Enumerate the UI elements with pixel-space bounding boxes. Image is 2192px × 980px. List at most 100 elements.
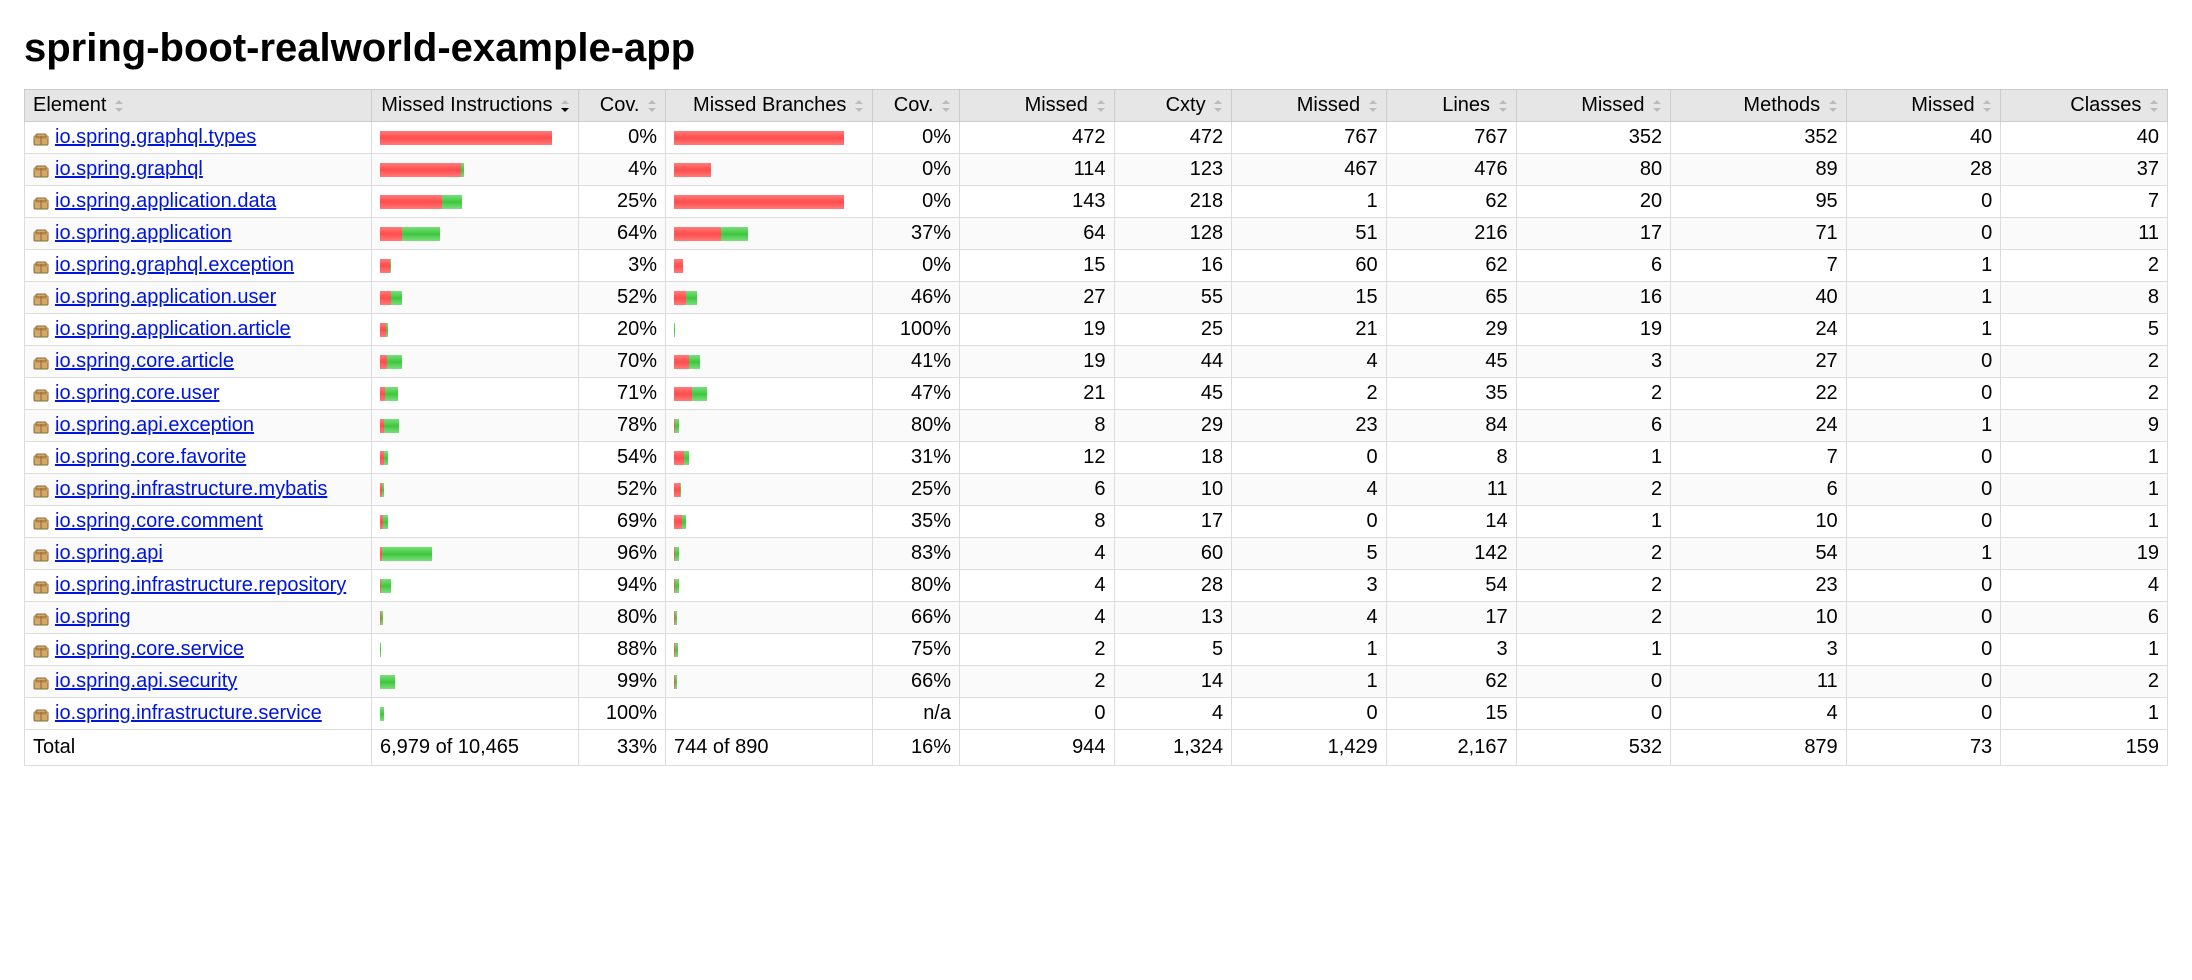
missed-cell: 8 [960, 410, 1115, 442]
package-link[interactable]: io.spring.api [55, 542, 163, 565]
col-missed-cxty[interactable]: Missed [960, 90, 1115, 122]
classes-cell: 1 [2001, 442, 2168, 474]
package-link[interactable]: io.spring.core.favorite [55, 446, 246, 469]
mlines-cell: 767 [1232, 122, 1387, 154]
branch-cov-cell: n/a [873, 698, 960, 730]
package-link[interactable]: io.spring.infrastructure.repository [55, 574, 346, 597]
col-classes[interactable]: Classes [2001, 90, 2168, 122]
totals-missed: 944 [960, 730, 1115, 766]
package-icon [33, 322, 49, 338]
col-missed-methods[interactable]: Missed [1516, 90, 1671, 122]
coverage-table: Element Missed Instructions Cov. Missed … [24, 89, 2168, 766]
branch-bar-cell [666, 698, 873, 730]
branch-cov-cell: 47% [873, 378, 960, 410]
lines-cell: 45 [1386, 346, 1516, 378]
meth-cell: 3 [1671, 634, 1847, 666]
element-cell: io.spring.graphql.types [25, 122, 372, 154]
package-link[interactable]: io.spring.core.service [55, 638, 244, 661]
instr-cov-cell: 99% [579, 666, 666, 698]
classes-cell: 5 [2001, 314, 2168, 346]
instr-bar-cell [372, 474, 579, 506]
package-link[interactable]: io.spring.application [55, 222, 232, 245]
package-link[interactable]: io.spring.infrastructure.service [55, 702, 322, 725]
element-cell: io.spring.core.comment [25, 506, 372, 538]
package-link[interactable]: io.spring.graphql.types [55, 126, 256, 149]
branch-bar-cell [666, 538, 873, 570]
col-cxty[interactable]: Cxty [1114, 90, 1232, 122]
col-missed-instructions[interactable]: Missed Instructions [372, 90, 579, 122]
table-row: io.spring.infrastructure.repository94%80… [25, 570, 2168, 602]
col-missed-classes[interactable]: Missed [1846, 90, 2001, 122]
totals-classes: 159 [2001, 730, 2168, 766]
package-link[interactable]: io.spring.graphql [55, 158, 203, 181]
branch-bar-cell [666, 186, 873, 218]
col-methods-label: Methods [1743, 94, 1820, 116]
instr-cov-cell: 69% [579, 506, 666, 538]
sort-icon [1498, 100, 1508, 112]
meth-cell: 95 [1671, 186, 1847, 218]
col-methods[interactable]: Methods [1671, 90, 1847, 122]
package-link[interactable]: io.spring.infrastructure.mybatis [55, 478, 327, 501]
sort-icon [647, 100, 657, 112]
package-link[interactable]: io.spring.graphql.exception [55, 254, 294, 277]
package-link[interactable]: io.spring.api.security [55, 670, 237, 693]
instr-cov-cell: 4% [579, 154, 666, 186]
classes-cell: 37 [2001, 154, 2168, 186]
col-element-label: Element [33, 94, 106, 116]
element-cell: io.spring.api [25, 538, 372, 570]
col-lines[interactable]: Lines [1386, 90, 1516, 122]
col-cxty-label: Cxty [1166, 94, 1206, 116]
mmeth-cell: 2 [1516, 378, 1671, 410]
table-row: io.spring.infrastructure.service100%n/a0… [25, 698, 2168, 730]
instr-cov-cell: 3% [579, 250, 666, 282]
package-icon [33, 578, 49, 594]
package-link[interactable]: io.spring.application.user [55, 286, 276, 309]
table-row: io.spring.application.user52%46%27551565… [25, 282, 2168, 314]
element-cell: io.spring.graphql.exception [25, 250, 372, 282]
branch-cov-cell: 0% [873, 122, 960, 154]
col-lines-label: Lines [1442, 94, 1490, 116]
meth-cell: 71 [1671, 218, 1847, 250]
col-cov-branches[interactable]: Cov. [873, 90, 960, 122]
col-element[interactable]: Element [25, 90, 372, 122]
col-missed-lines-label: Missed [1297, 94, 1360, 116]
totals-mmeth: 532 [1516, 730, 1671, 766]
lines-cell: 14 [1386, 506, 1516, 538]
instr-bar-cell [372, 250, 579, 282]
branch-bar-cell [666, 570, 873, 602]
mclass-cell: 0 [1846, 634, 2001, 666]
package-link[interactable]: io.spring.core.user [55, 382, 220, 405]
cxty-cell: 123 [1114, 154, 1232, 186]
package-link[interactable]: io.spring.core.article [55, 350, 234, 373]
missed-cell: 8 [960, 506, 1115, 538]
package-icon [33, 418, 49, 434]
col-missed-lines[interactable]: Missed [1232, 90, 1387, 122]
col-cov-instr[interactable]: Cov. [579, 90, 666, 122]
branch-bar-cell [666, 122, 873, 154]
missed-cell: 143 [960, 186, 1115, 218]
package-icon [33, 482, 49, 498]
missed-cell: 2 [960, 634, 1115, 666]
element-cell: io.spring.application.user [25, 282, 372, 314]
cxty-cell: 472 [1114, 122, 1232, 154]
instr-cov-cell: 20% [579, 314, 666, 346]
mlines-cell: 60 [1232, 250, 1387, 282]
branch-bar-cell [666, 346, 873, 378]
table-row: io.spring.infrastructure.mybatis52%25%61… [25, 474, 2168, 506]
cxty-cell: 14 [1114, 666, 1232, 698]
missed-cell: 64 [960, 218, 1115, 250]
cxty-cell: 5 [1114, 634, 1232, 666]
col-missed-branches[interactable]: Missed Branches [666, 90, 873, 122]
package-link[interactable]: io.spring.application.data [55, 190, 276, 213]
mclass-cell: 1 [1846, 410, 2001, 442]
instr-bar-cell [372, 698, 579, 730]
sort-icon [1652, 100, 1662, 112]
package-link[interactable]: io.spring [55, 606, 131, 629]
package-link[interactable]: io.spring.application.article [55, 318, 291, 341]
col-cov-instr-label: Cov. [600, 94, 640, 116]
package-link[interactable]: io.spring.api.exception [55, 414, 254, 437]
mclass-cell: 0 [1846, 666, 2001, 698]
package-link[interactable]: io.spring.core.comment [55, 510, 263, 533]
missed-cell: 4 [960, 602, 1115, 634]
cxty-cell: 128 [1114, 218, 1232, 250]
